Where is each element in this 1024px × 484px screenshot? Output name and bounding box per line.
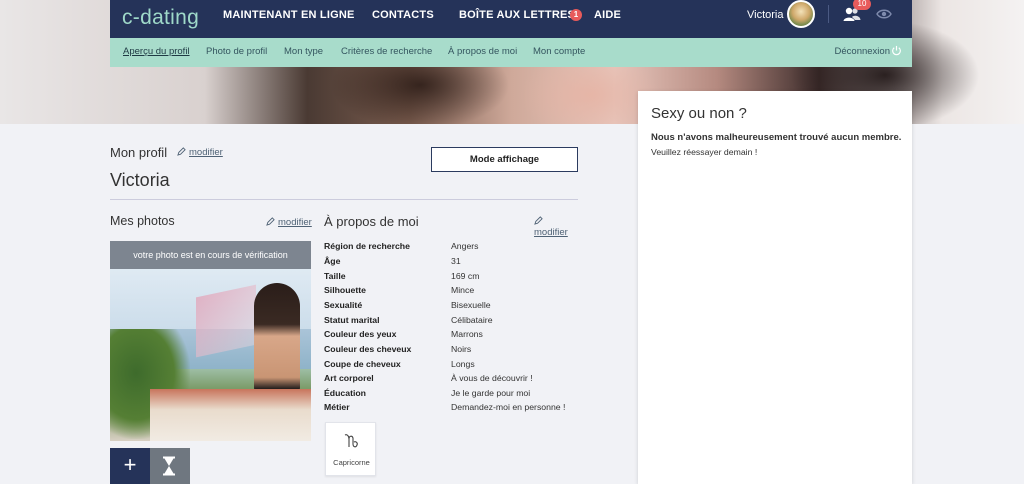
profile-photo[interactable] [110,269,311,441]
contacts-badge: 10 [853,0,871,10]
attribute-value: Demandez-moi en personne ! [451,402,566,412]
attribute-value: Bisexuelle [451,300,491,310]
capricorn-icon [344,434,358,448]
add-photo-button[interactable]: + [110,448,150,484]
user-name[interactable]: Victoria [747,9,783,21]
subnav-search-criteria[interactable]: Critères de recherche [341,46,432,57]
modify-label: modifier [278,217,312,228]
pencil-icon [266,217,275,226]
attribute-key: Âge [324,256,341,266]
attribute-key: Sexualité [324,300,363,310]
nav-mailbox[interactable]: BOÎTE AUX LETTRES [459,9,575,21]
sexy-or-not-panel: Sexy ou non ? Nous n'avons malheureuseme… [638,91,912,484]
nav-help[interactable]: AIDE [594,9,621,21]
attribute-value: 169 cm [451,271,480,281]
profile-name: Victoria [110,170,170,190]
modify-profile-link[interactable]: modifier [177,147,223,158]
attribute-key: Taille [324,271,346,281]
attribute-key: Éducation [324,388,366,398]
verification-notice: votre photo est en cours de vérification [110,241,311,269]
attribute-key: Art corporel [324,373,374,383]
logout-link[interactable]: Déconnexion [835,46,890,57]
attribute-value: Célibataire [451,315,493,325]
my-photos-title: Mes photos [110,214,175,228]
my-profile-label: Mon profil [110,145,168,160]
attribute-key: Silhouette [324,285,366,295]
divider [828,5,829,23]
profile-main: Mon profil modifier Victoria Mode affich… [110,124,578,484]
subnav-my-type[interactable]: Mon type [284,46,323,57]
subnav-about-me[interactable]: À propos de moi [448,46,517,57]
panel-title: Sexy ou non ? [651,105,747,122]
mailbox-badge: 1 [570,9,582,21]
top-navigation: c-dating MAINTENANT EN LIGNE CONTACTS BO… [110,0,912,38]
modify-photos-link[interactable]: modifier [266,217,312,228]
display-mode-button[interactable]: Mode affichage [431,147,578,172]
pencil-icon [534,216,543,225]
modify-label: modifier [534,227,568,238]
avatar[interactable] [787,0,815,28]
attribute-value: 31 [451,256,461,266]
nav-contacts[interactable]: CONTACTS [372,9,434,21]
modify-about-link[interactable]: modifier [534,216,578,238]
attribute-value: Longs [451,359,475,369]
attribute-value: Je le garde pour moi [451,388,531,398]
subnav-profile-photo[interactable]: Photo de profil [206,46,267,57]
subnav-my-account[interactable]: Mon compte [533,46,585,57]
eye-icon[interactable] [876,8,892,20]
zodiac-card: Capricorne [325,422,376,476]
about-me-title: À propos de moi [324,214,419,229]
power-icon[interactable] [891,45,902,56]
main-photo[interactable]: votre photo est en cours de vérification [110,241,311,441]
nav-online-now[interactable]: MAINTENANT EN LIGNE [223,9,355,21]
attribute-key: Couleur des yeux [324,329,397,339]
attribute-key: Coupe de cheveux [324,359,401,369]
sub-navigation: Aperçu du profil Photo de profil Mon typ… [110,38,912,67]
attribute-value: À vous de découvrir ! [451,373,533,383]
attribute-value: Noirs [451,344,472,354]
attribute-value: Marrons [451,329,483,339]
attribute-key: Région de recherche [324,241,410,251]
attribute-key: Métier [324,402,350,412]
attribute-value: Mince [451,285,475,295]
subnav-profile-overview[interactable]: Aperçu du profil [123,46,190,57]
pencil-icon [177,147,186,156]
logo[interactable]: c-dating [122,6,199,30]
zodiac-label: Capricorne [333,458,370,467]
panel-no-members-message: Nous n'avons malheureusement trouvé aucu… [651,132,902,143]
attribute-value: Angers [451,241,479,251]
section-divider [110,199,578,200]
panel-retry-message: Veuillez réessayer demain ! [651,147,758,157]
hourglass-icon [163,456,175,476]
attribute-key: Couleur des cheveux [324,344,412,354]
attribute-key: Statut marital [324,315,380,325]
pending-photo-thumbnail[interactable] [150,448,190,484]
modify-label: modifier [189,147,223,158]
